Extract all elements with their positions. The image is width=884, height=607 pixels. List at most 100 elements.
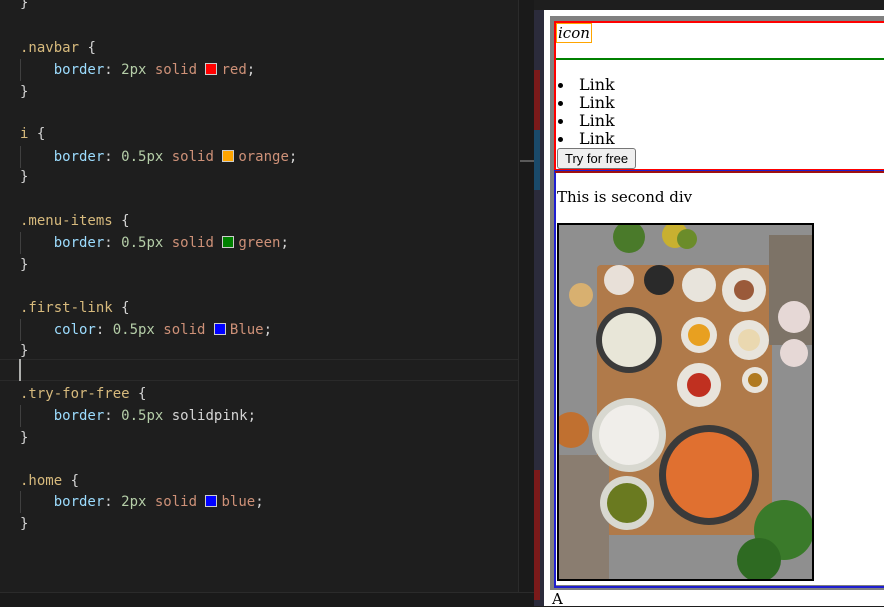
code-token: {	[62, 473, 80, 489]
code-line[interactable]: border: 2px solid red;	[20, 59, 256, 81]
browser-preview[interactable]: icon Link Link Link Link Try for free This …	[534, 0, 884, 606]
code-token: 2px	[121, 62, 147, 78]
color-swatch-icon[interactable]	[205, 495, 218, 507]
code-token: }	[20, 516, 29, 532]
code-token: ;	[280, 235, 289, 251]
side-strip-red-segment-2	[534, 470, 540, 600]
color-swatch-icon[interactable]	[222, 150, 235, 162]
code-token: :	[104, 494, 122, 510]
code-token: solid	[146, 62, 206, 78]
indent-guide	[20, 146, 21, 168]
indent-guide	[20, 491, 21, 513]
menu-link[interactable]: Link	[556, 94, 615, 112]
code-token: {	[112, 300, 130, 316]
current-line-highlight	[0, 359, 534, 381]
code-token: {	[79, 40, 96, 56]
code-token: .navbar	[20, 40, 80, 56]
color-swatch-icon[interactable]	[205, 63, 218, 75]
code-token: {	[28, 126, 46, 142]
code-token: ;	[247, 408, 257, 424]
code-token: }	[20, 343, 29, 359]
code-token: border	[20, 408, 105, 424]
code-line[interactable]: }	[20, 166, 28, 188]
second-div-text: This is second div	[557, 188, 693, 206]
code-token: :	[104, 408, 122, 424]
code-token: ;	[255, 494, 264, 510]
code-token: border	[20, 235, 105, 251]
code-token: orange	[238, 149, 289, 165]
code-line[interactable]: border: 0.5px solidpink;	[20, 405, 256, 427]
code-token: }	[20, 257, 29, 273]
code-token: {	[129, 386, 147, 402]
menu-link[interactable]: Link	[556, 130, 615, 148]
side-strip-blue-segment	[534, 130, 540, 190]
code-token: Blue	[229, 322, 264, 338]
menu-link[interactable]: Link	[556, 112, 615, 130]
code-token: solid	[163, 149, 223, 165]
code-token: 0.5px	[121, 408, 164, 424]
editor-horizontal-scrollbar[interactable]	[0, 592, 534, 607]
code-line[interactable]: color: 0.5px solid Blue;	[20, 319, 272, 341]
code-token: ;	[263, 322, 273, 338]
code-line[interactable]: border: 0.5px solid orange;	[20, 146, 298, 168]
code-token: border	[20, 149, 105, 165]
code-line[interactable]: }	[20, 340, 28, 362]
menu-items: Link Link Link Link	[556, 76, 615, 148]
code-token: .home	[20, 473, 63, 489]
code-line[interactable]: }	[20, 0, 28, 14]
code-token: :	[104, 62, 122, 78]
code-token: }	[20, 84, 29, 100]
code-token: :	[95, 322, 113, 338]
side-strip-red-segment	[534, 70, 540, 130]
scrollbar-marker	[520, 160, 534, 162]
code-token: }	[20, 0, 29, 11]
code-line[interactable]: i {	[20, 123, 45, 145]
code-token: blue	[221, 494, 256, 510]
code-line[interactable]: border: 0.5px solid green;	[20, 232, 289, 254]
nav-icon-text: icon	[556, 23, 592, 43]
code-token: 0.5px	[121, 235, 164, 251]
text-caret	[19, 359, 21, 381]
code-line[interactable]: .navbar {	[20, 37, 96, 59]
food-ingredients-image	[557, 223, 814, 581]
code-token: 0.5px	[112, 322, 155, 338]
code-line[interactable]: }	[20, 427, 28, 449]
code-token: ;	[246, 62, 256, 78]
code-token: color	[20, 322, 96, 338]
preview-side-strip	[534, 10, 544, 606]
code-token: solid	[146, 494, 206, 510]
code-token: border	[20, 494, 105, 510]
code-token: {	[112, 213, 130, 229]
code-token: green	[238, 235, 281, 251]
code-token: 2px	[121, 494, 147, 510]
code-line[interactable]: .menu-items {	[20, 210, 130, 232]
code-token: .menu-items	[20, 213, 113, 229]
code-editor[interactable]: } .navbar { border: 2px solid red;} i { bo…	[0, 0, 535, 607]
editor-vertical-scrollbar[interactable]	[518, 0, 535, 606]
color-swatch-icon[interactable]	[222, 236, 235, 248]
try-for-free-button[interactable]: Try for free	[557, 148, 637, 169]
color-swatch-icon[interactable]	[213, 323, 226, 335]
code-line[interactable]: }	[20, 254, 28, 276]
home-top-red-border	[555, 171, 884, 173]
code-token: red	[221, 62, 247, 78]
indent-guide	[20, 319, 21, 341]
code-line[interactable]: .home {	[20, 470, 79, 492]
code-line[interactable]: }	[20, 513, 28, 535]
menu-link[interactable]: Link	[556, 76, 615, 94]
code-token: ;	[288, 149, 298, 165]
code-line[interactable]: }	[20, 81, 28, 103]
code-token: 0.5px	[121, 149, 164, 165]
menu-items-border	[556, 58, 884, 60]
indent-guide	[20, 232, 21, 254]
preview-top-bar	[534, 0, 884, 10]
food-image-art	[559, 225, 812, 579]
code-token: solidpink	[163, 408, 248, 424]
code-token: .try-for-free	[20, 386, 130, 402]
code-token: }	[20, 430, 29, 446]
code-token: }	[20, 169, 29, 185]
code-line[interactable]: border: 2px solid blue;	[20, 491, 264, 513]
indent-guide	[20, 405, 21, 427]
code-line[interactable]: .try-for-free {	[20, 383, 146, 405]
code-line[interactable]: .first-link {	[20, 297, 130, 319]
